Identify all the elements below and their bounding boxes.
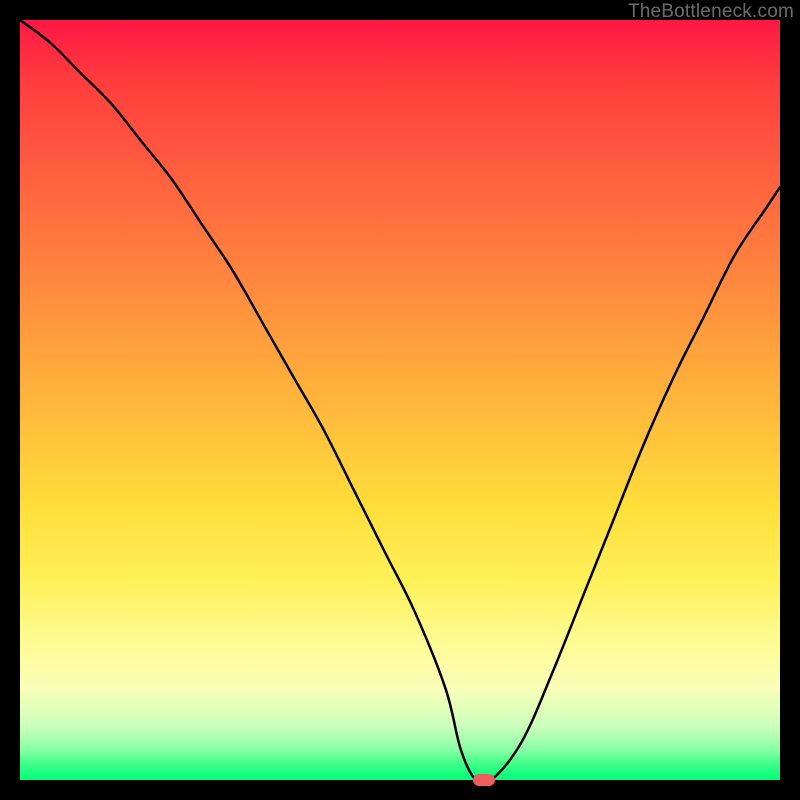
bottleneck-curve bbox=[20, 20, 780, 780]
chart-frame: TheBottleneck.com bbox=[0, 0, 800, 800]
plot-area bbox=[20, 20, 780, 780]
optimum-marker bbox=[473, 774, 495, 786]
attribution-text: TheBottleneck.com bbox=[628, 1, 794, 23]
